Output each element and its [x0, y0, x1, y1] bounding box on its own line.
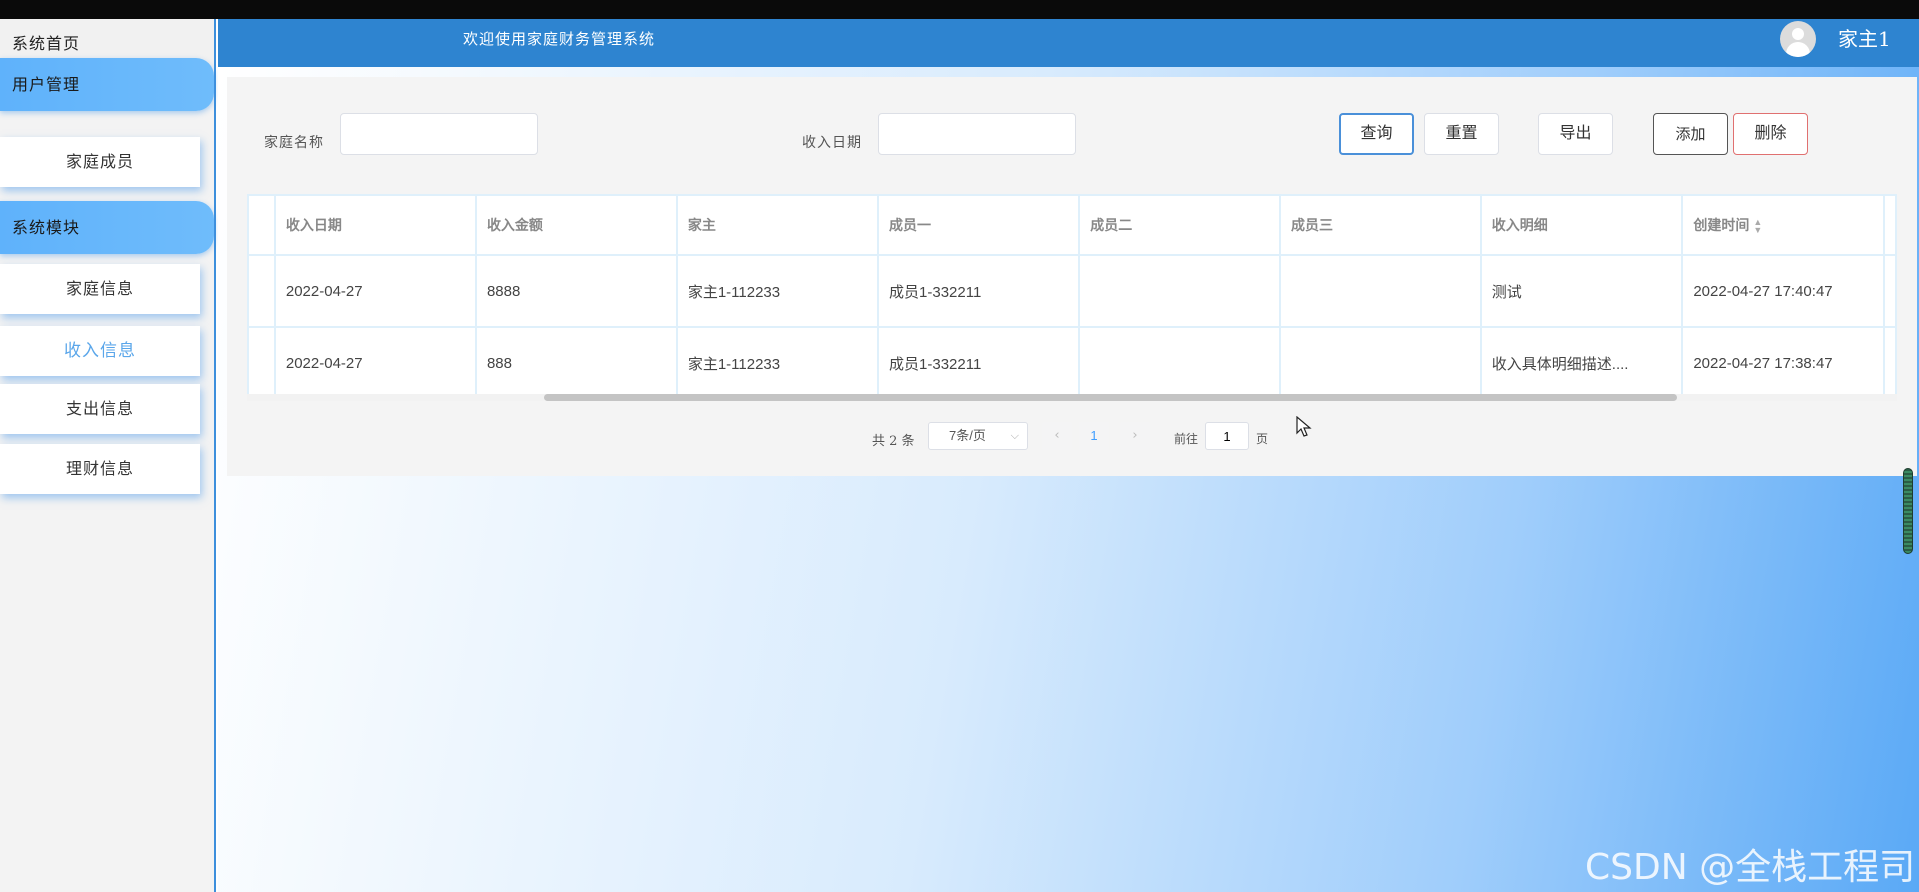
table-header-cell: 收入日期 [273, 194, 477, 256]
income-date-label: 收入日期 [802, 135, 862, 151]
table-horizontal-scrollbar[interactable] [247, 394, 1897, 401]
income-table-grid: 收入日期 收入金额 家主 成员一 成员二 成员三 收入明细 创建时间▲▼ 2 [247, 194, 1897, 400]
table-cell: 888 [474, 326, 678, 400]
page-size-value: 7条/页 [949, 428, 986, 443]
table-header-cell: 收入金额 [474, 194, 678, 256]
table-header-created-time[interactable]: 创建时间 ▲ ▼ [1681, 194, 1885, 256]
sidebar-group-system-module[interactable]: 系统模块 [0, 201, 214, 254]
table-cell: 家主1-112233 [675, 254, 880, 328]
table-row[interactable]: 2022-04-27 888 家主1-112233 成员1-332211 收入具… [247, 326, 1897, 400]
table-row[interactable]: 2022-04-27 8888 家主1-112233 成员1-332211 测试… [247, 254, 1897, 328]
next-page-button[interactable]: › [1120, 422, 1150, 450]
watermark: CSDN @全栈工程司 [1585, 847, 1916, 888]
table-cell [1279, 326, 1482, 400]
table-cell: 2022-04-27 17:38:47 [1681, 326, 1885, 400]
table-cell-spacer [1882, 254, 1897, 328]
table-cell [1078, 326, 1281, 400]
table-cell [1279, 254, 1482, 328]
income-panel: 家庭名称 收入日期 查询 重置 导出 添加 删除 收入日期 收入金额 家主 成员… [227, 77, 1917, 476]
income-table: 收入日期 收入金额 家主 成员一 成员二 成员三 收入明细 创建时间▲▼ 2 [247, 194, 1897, 401]
goto-suffix: 页 [1256, 432, 1269, 446]
page-size-select[interactable]: 7条/页 ⌵ [928, 422, 1028, 450]
table-cell: 2022-04-27 [273, 254, 477, 328]
sort-icon[interactable]: ▲ ▼ [1753, 218, 1762, 235]
table-cell: 家主1-112233 [675, 326, 880, 400]
table-header-selection [247, 194, 276, 256]
table-header-cell: 收入明细 [1479, 194, 1684, 256]
family-name-label: 家庭名称 [264, 135, 324, 151]
scrollbar-thumb[interactable] [544, 394, 1677, 401]
income-date-input[interactable] [878, 113, 1076, 155]
family-name-input[interactable] [340, 113, 538, 155]
sidebar-item-family-members[interactable]: 家庭成员 [0, 137, 200, 187]
table-header-cell: 成员二 [1078, 194, 1281, 256]
page-number-current[interactable]: 1 [1079, 422, 1109, 450]
table-cell: 2022-04-27 17:40:47 [1681, 254, 1885, 328]
header: 欢迎使用家庭财务管理系统 家主1 [218, 19, 1919, 67]
table-cell: 8888 [474, 254, 678, 328]
table-header-row: 收入日期 收入金额 家主 成员一 成员二 成员三 收入明细 创建时间 ▲ ▼ [247, 194, 1897, 256]
mouse-cursor-icon [1296, 416, 1312, 437]
table-cell [1078, 254, 1281, 328]
table-header-cell: 成员三 [1279, 194, 1482, 256]
top-window-strip [0, 0, 1919, 19]
table-cell-selection [247, 326, 276, 400]
pagination-total: 共 2 条 [872, 434, 915, 449]
goto-page-input[interactable] [1205, 422, 1249, 450]
sidebar-item-expense-info[interactable]: 支出信息 [0, 384, 200, 434]
table-cell: 2022-04-27 [273, 326, 477, 400]
user-name[interactable]: 家主1 [1838, 19, 1891, 59]
table-cell-spacer [1882, 326, 1897, 400]
table-header-cell: 家主 [675, 194, 880, 256]
table-cell: 测试 [1479, 254, 1684, 328]
table-header-cell: 成员一 [877, 194, 1081, 256]
table-cell-selection [247, 254, 276, 328]
delete-button[interactable]: 删除 [1733, 113, 1808, 155]
header-title: 欢迎使用家庭财务管理系统 [463, 30, 656, 48]
main-content: 家庭名称 收入日期 查询 重置 导出 添加 删除 收入日期 收入金额 家主 成员… [218, 67, 1919, 892]
prev-page-button[interactable]: ‹ [1042, 422, 1072, 450]
goto-prefix: 前往 [1174, 432, 1199, 446]
page-vertical-scrollbar[interactable] [1903, 468, 1913, 554]
table-header-cell: 创建时间 [1693, 217, 1750, 233]
sidebar-item-finance-info[interactable]: 理财信息 [0, 444, 200, 494]
sidebar-item-family-info[interactable]: 家庭信息 [0, 264, 200, 314]
table-cell: 成员1-332211 [877, 254, 1081, 328]
query-button[interactable]: 查询 [1339, 113, 1414, 155]
sidebar: 系统首页 用户管理 家庭成员 系统模块 家庭信息 收入信息 支出信息 理财信息 [0, 19, 216, 892]
chevron-down-icon: ⌵ [1010, 430, 1019, 442]
table-cell: 收入具体明细描述.... [1479, 326, 1684, 400]
table-cell: 成员1-332211 [877, 326, 1081, 400]
sidebar-group-user-management[interactable]: 用户管理 [0, 58, 214, 111]
sidebar-item-income-info[interactable]: 收入信息 [0, 326, 200, 376]
export-button[interactable]: 导出 [1538, 113, 1613, 155]
add-button[interactable]: 添加 [1653, 113, 1728, 155]
table-header-spacer [1882, 194, 1897, 256]
user-avatar-icon[interactable] [1780, 21, 1816, 57]
reset-button[interactable]: 重置 [1424, 113, 1499, 155]
